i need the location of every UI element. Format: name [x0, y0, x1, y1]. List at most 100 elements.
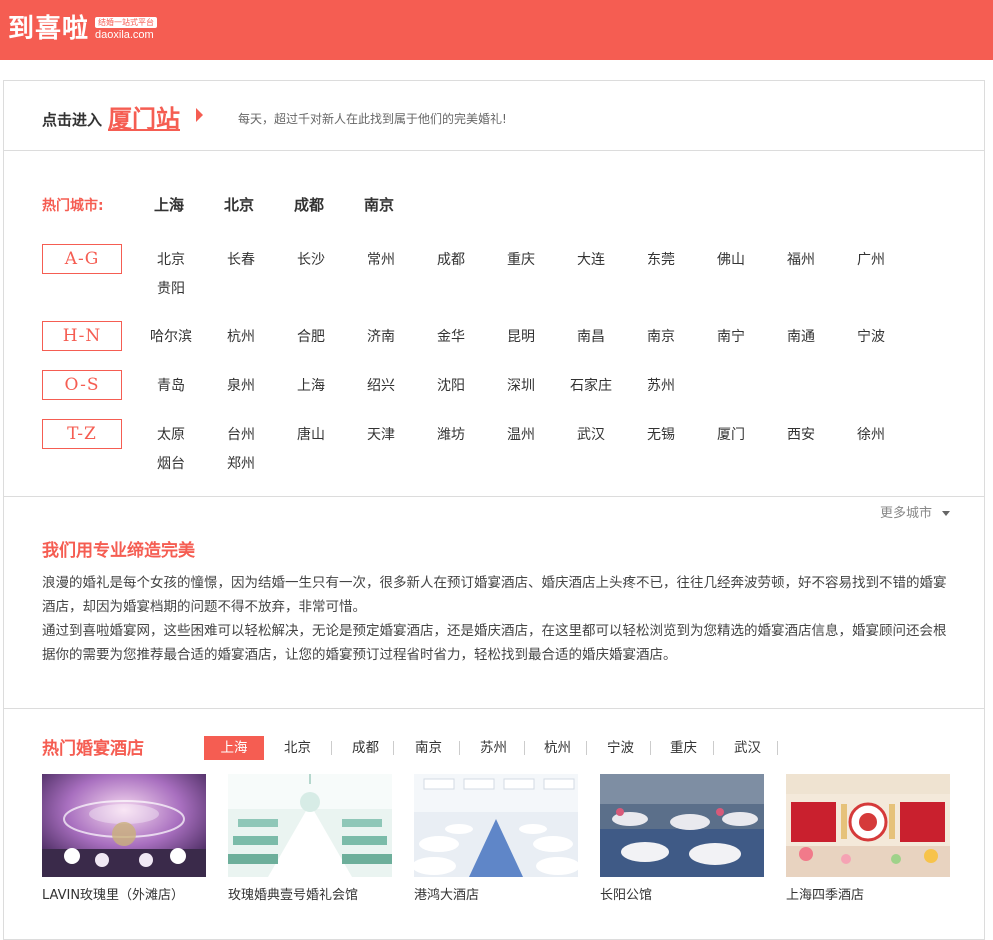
city-link[interactable]: 杭州 [206, 326, 276, 346]
hotel-name: 上海四季酒店 [786, 888, 865, 903]
tab-separator [331, 741, 332, 755]
city-link[interactable]: 苏州 [626, 375, 696, 395]
city-link[interactable]: 厦门 [696, 424, 766, 444]
city-link[interactable]: 金华 [416, 326, 486, 346]
tab-hangzhou[interactable]: 杭州 [544, 736, 571, 760]
tab-shanghai[interactable]: 上海 [204, 736, 264, 760]
city-link[interactable]: 台州 [206, 424, 276, 444]
tab-separator [524, 741, 525, 755]
tab-suzhou[interactable]: 苏州 [480, 736, 507, 760]
city-link[interactable]: 东莞 [626, 249, 696, 269]
tab-separator [393, 741, 394, 755]
intro-paragraph: 浪漫的婚礼是每个女孩的憧憬，因为结婚一生只有一次，很多新人在预订婚宴酒店、婚庆酒… [42, 575, 947, 615]
city-link[interactable]: 潍坊 [416, 424, 486, 444]
city-link[interactable]: 石家庄 [556, 375, 626, 395]
more-cities-toggle[interactable]: 更多城市 [880, 502, 950, 521]
divider [4, 496, 984, 497]
city-link[interactable]: 深圳 [486, 375, 556, 395]
city-link[interactable]: 郑州 [206, 453, 276, 473]
more-cities-label: 更多城市 [879, 506, 932, 521]
city-link[interactable]: 西安 [766, 424, 836, 444]
hotel-name: 长阳公馆 [600, 888, 653, 903]
site-header: 到喜啦 结婚一站式平台 daoxila.com [0, 0, 993, 60]
logo-badge: 结婚一站式平台 [95, 16, 158, 28]
city-link[interactable]: 徐州 [836, 424, 906, 444]
group-tag-t-z: T-Z [42, 419, 122, 449]
hotel-photo [228, 774, 392, 877]
tab-separator [650, 741, 651, 755]
city-link[interactable]: 武汉 [556, 424, 626, 444]
city-link[interactable]: 南通 [766, 326, 836, 346]
city-link[interactable]: 泉州 [206, 375, 276, 395]
site-logo[interactable]: 到喜啦 结婚一站式平台 daoxila.com [8, 12, 158, 46]
enter-city-bar: 点击进入 厦门站 每天，超过千对新人在此找到属于他们的完美婚礼! [4, 81, 984, 151]
tab-separator [586, 741, 587, 755]
city-link[interactable]: 佛山 [696, 249, 766, 269]
hot-city-link[interactable]: 上海 [154, 194, 184, 215]
tab-ningbo[interactable]: 宁波 [607, 736, 634, 760]
city-link[interactable]: 长春 [206, 249, 276, 269]
city-link[interactable]: 天津 [346, 424, 416, 444]
city-link[interactable]: 青岛 [136, 375, 206, 395]
city-link[interactable]: 南昌 [556, 326, 626, 346]
hotel-name: 港鸿大酒店 [414, 888, 480, 903]
city-link[interactable]: 福州 [766, 249, 836, 269]
hotel-card[interactable]: 港鸿大酒店 [414, 774, 578, 903]
hotel-card[interactable]: 上海四季酒店 [786, 774, 950, 903]
enter-label: 点击进入 [42, 111, 103, 129]
tab-chongqing[interactable]: 重庆 [670, 736, 697, 760]
hotel-photo [600, 774, 764, 877]
tab-separator [459, 741, 460, 755]
intro-paragraph: 通过到喜啦婚宴网，这些困难可以轻松解决，无论是预定婚宴酒店，还是婚庆酒店，在这里… [42, 623, 947, 663]
city-link[interactable]: 长沙 [276, 249, 346, 269]
hotel-photo [786, 774, 950, 877]
hot-cities-label: 热门城市: [42, 198, 104, 214]
city-link[interactable]: 昆明 [486, 326, 556, 346]
city-link[interactable]: 南京 [626, 326, 696, 346]
city-link[interactable]: 重庆 [486, 249, 556, 269]
city-link[interactable]: 贵阳 [136, 278, 206, 298]
hot-city-link[interactable]: 成都 [294, 194, 324, 215]
tab-chengdu[interactable]: 成都 [352, 736, 379, 760]
city-link[interactable]: 常州 [346, 249, 416, 269]
intro-text: 浪漫的婚礼是每个女孩的憧憬，因为结婚一生只有一次，很多新人在预订婚宴酒店、婚庆酒… [42, 571, 957, 667]
city-link[interactable]: 济南 [346, 326, 416, 346]
city-link[interactable]: 哈尔滨 [136, 326, 206, 346]
hotel-photo [42, 774, 206, 877]
tab-wuhan[interactable]: 武汉 [734, 736, 761, 760]
city-link[interactable]: 上海 [276, 375, 346, 395]
city-link[interactable]: 成都 [416, 249, 486, 269]
city-link[interactable]: 宁波 [836, 326, 906, 346]
city-link[interactable]: 大连 [556, 249, 626, 269]
city-link[interactable]: 唐山 [276, 424, 346, 444]
tab-separator [713, 741, 714, 755]
city-link[interactable]: 合肥 [276, 326, 346, 346]
caret-down-icon [942, 511, 950, 516]
hot-city-link[interactable]: 北京 [224, 194, 254, 215]
city-link[interactable]: 沈阳 [416, 375, 486, 395]
hotel-card[interactable]: LAVIN玫瑰里（外滩店） [42, 774, 206, 903]
city-link[interactable]: 无锡 [626, 424, 696, 444]
city-link[interactable]: 北京 [136, 249, 206, 269]
tab-separator [777, 741, 778, 755]
hot-city-link[interactable]: 南京 [364, 194, 394, 215]
hotel-photo [414, 774, 578, 877]
city-link[interactable]: 太原 [136, 424, 206, 444]
enter-city-link[interactable]: 厦门站 [108, 99, 180, 134]
divider [4, 708, 984, 709]
hotel-name: LAVIN玫瑰里（外滩店） [42, 888, 185, 903]
group-tag-o-s: O-S [42, 370, 122, 400]
city-link[interactable]: 广州 [836, 249, 906, 269]
hotel-card[interactable]: 玫瑰婚典壹号婚礼会馆 [228, 774, 392, 903]
group-tag-h-n: H-N [42, 321, 122, 351]
arrow-right-icon [196, 108, 203, 122]
hotel-card[interactable]: 长阳公馆 [600, 774, 764, 903]
logo-domain: daoxila.com [95, 28, 154, 41]
logo-text: 到喜啦 [8, 14, 90, 44]
city-link[interactable]: 烟台 [136, 453, 206, 473]
tab-nanjing[interactable]: 南京 [415, 736, 442, 760]
city-link[interactable]: 南宁 [696, 326, 766, 346]
city-link[interactable]: 温州 [486, 424, 556, 444]
tab-beijing[interactable]: 北京 [284, 736, 311, 760]
city-link[interactable]: 绍兴 [346, 375, 416, 395]
